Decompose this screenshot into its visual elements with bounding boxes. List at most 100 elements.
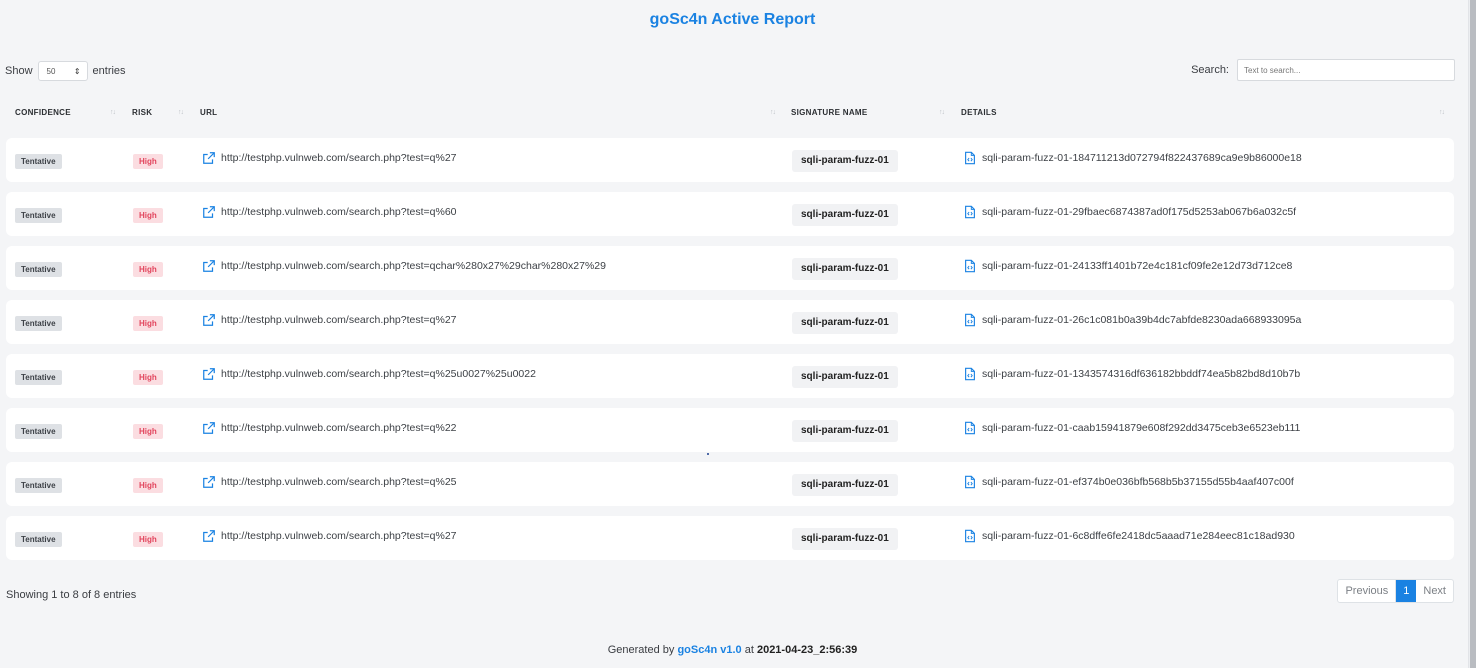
search-label: Search:: [1191, 64, 1229, 76]
scrollbar[interactable]: [1468, 0, 1476, 668]
pagination: Previous 1 Next: [1337, 579, 1454, 603]
column-header-signature-name[interactable]: SIGNATURE NAME: [791, 108, 868, 117]
external-link-icon: [202, 367, 216, 381]
scrollbar-thumb[interactable]: [1470, 0, 1476, 668]
page-title: goSc4n Active Report: [649, 11, 816, 28]
external-link-icon: [202, 529, 216, 543]
signature-name-badge: sqli-param-fuzz-01: [792, 204, 898, 226]
details-text: sqli-param-fuzz-01-184711213d072794f8224…: [982, 152, 1302, 164]
risk-badge: High: [133, 208, 163, 223]
footer-prefix: Generated by: [607, 644, 675, 656]
entries-per-page-value: 50: [46, 66, 56, 76]
table-row: Tentative High http://testphp.vulnweb.com/…: [6, 192, 1454, 236]
table-row: Tentative High http://testphp.vulnweb.com/…: [6, 354, 1454, 398]
footer-brand: goSc4n v1.0: [677, 644, 742, 656]
url-text: http://testphp.vulnweb.com/search.php?te…: [221, 530, 457, 542]
table-row: Tentative High http://testphp.vulnweb.com/…: [6, 246, 1454, 290]
length-label-prefix: Show: [5, 65, 33, 77]
code-file-icon: [963, 475, 977, 489]
table-info: Showing 1 to 8 of 8 entries: [6, 589, 137, 601]
search-input[interactable]: [1237, 59, 1455, 81]
footer: Generated by goSc4n v1.0 at 2021-04-23_2…: [0, 644, 1465, 656]
column-header-details[interactable]: DETAILS: [961, 108, 997, 117]
code-file-icon: [963, 421, 977, 435]
previous-page-button[interactable]: Previous: [1338, 580, 1397, 602]
entries-length-control: Show 50 ⇕ entries: [5, 61, 126, 81]
external-link-icon: [202, 205, 216, 219]
next-page-button[interactable]: Next: [1416, 580, 1453, 602]
details-link[interactable]: sqli-param-fuzz-01-26c1c081b0a39b4dc7abf…: [963, 313, 1301, 327]
url-link[interactable]: http://testphp.vulnweb.com/search.php?te…: [202, 475, 457, 489]
page-1-button[interactable]: 1: [1396, 580, 1417, 602]
select-caret-icon: ⇕: [73, 66, 81, 76]
confidence-badge: Tentative: [15, 154, 62, 169]
details-text: sqli-param-fuzz-01-caab15941879e608f292d…: [982, 422, 1301, 434]
url-text: http://testphp.vulnweb.com/search.php?te…: [221, 206, 457, 218]
signature-name-badge: sqli-param-fuzz-01: [792, 150, 898, 172]
code-file-icon: [963, 367, 977, 381]
confidence-badge: Tentative: [15, 478, 62, 493]
sort-arrows-icon[interactable]: ↑↓: [110, 109, 116, 116]
code-file-icon: [963, 259, 977, 273]
details-link[interactable]: sqli-param-fuzz-01-6c8dffe6fe2418dc5aaad…: [963, 529, 1295, 543]
url-text: http://testphp.vulnweb.com/search.php?te…: [221, 260, 606, 272]
signature-name-badge: sqli-param-fuzz-01: [792, 474, 898, 496]
external-link-icon: [202, 151, 216, 165]
column-header-risk[interactable]: RISK: [132, 108, 152, 117]
details-link[interactable]: sqli-param-fuzz-01-184711213d072794f8224…: [963, 151, 1302, 165]
stray-dot: [707, 453, 709, 455]
details-text: sqli-param-fuzz-01-24133ff1401b72e4c181c…: [982, 260, 1293, 272]
url-link[interactable]: http://testphp.vulnweb.com/search.php?te…: [202, 421, 457, 435]
confidence-badge: Tentative: [15, 424, 62, 439]
url-link[interactable]: http://testphp.vulnweb.com/search.php?te…: [202, 313, 457, 327]
column-header-url[interactable]: URL: [200, 108, 217, 117]
table-row: Tentative High http://testphp.vulnweb.com/…: [6, 516, 1454, 560]
code-file-icon: [963, 529, 977, 543]
risk-badge: High: [133, 478, 163, 493]
table-row: Tentative High http://testphp.vulnweb.com/…: [6, 408, 1454, 452]
risk-badge: High: [133, 424, 163, 439]
details-text: sqli-param-fuzz-01-ef374b0e036bfb568b5b3…: [982, 476, 1294, 488]
signature-name-badge: sqli-param-fuzz-01: [792, 312, 898, 334]
details-text: sqli-param-fuzz-01-26c1c081b0a39b4dc7abf…: [982, 314, 1302, 326]
details-link[interactable]: sqli-param-fuzz-01-29fbaec6874387ad0f175…: [963, 205, 1296, 219]
details-link[interactable]: sqli-param-fuzz-01-caab15941879e608f292d…: [963, 421, 1300, 435]
signature-name-badge: sqli-param-fuzz-01: [792, 528, 898, 550]
url-text: http://testphp.vulnweb.com/search.php?te…: [221, 152, 457, 164]
url-link[interactable]: http://testphp.vulnweb.com/search.php?te…: [202, 151, 457, 165]
url-link[interactable]: http://testphp.vulnweb.com/search.php?te…: [202, 367, 536, 381]
code-file-icon: [963, 151, 977, 165]
risk-badge: High: [133, 532, 163, 547]
sort-arrows-icon[interactable]: ↑↓: [178, 109, 184, 116]
external-link-icon: [202, 421, 216, 435]
sort-arrows-icon[interactable]: ↑↓: [939, 109, 945, 116]
external-link-icon: [202, 313, 216, 327]
confidence-badge: Tentative: [15, 532, 62, 547]
url-link[interactable]: http://testphp.vulnweb.com/search.php?te…: [202, 529, 457, 543]
details-link[interactable]: sqli-param-fuzz-01-1343574316df636182bbd…: [963, 367, 1300, 381]
details-text: sqli-param-fuzz-01-29fbaec6874387ad0f175…: [982, 206, 1297, 218]
entries-per-page-select[interactable]: 50 ⇕: [37, 61, 88, 81]
details-link[interactable]: sqli-param-fuzz-01-ef374b0e036bfb568b5b3…: [963, 475, 1294, 489]
external-link-icon: [202, 475, 216, 489]
details-text: sqli-param-fuzz-01-1343574316df636182bbd…: [982, 368, 1301, 380]
search-control: Search:: [1191, 59, 1455, 81]
confidence-badge: Tentative: [15, 370, 62, 385]
sort-arrows-icon[interactable]: ↑↓: [1439, 109, 1445, 116]
column-header-confidence[interactable]: CONFIDENCE: [15, 108, 71, 117]
table-row: Tentative High http://testphp.vulnweb.com/…: [6, 462, 1454, 506]
sort-arrows-icon[interactable]: ↑↓: [770, 109, 776, 116]
risk-badge: High: [133, 154, 163, 169]
risk-badge: High: [133, 370, 163, 385]
code-file-icon: [963, 205, 977, 219]
url-link[interactable]: http://testphp.vulnweb.com/search.php?te…: [202, 205, 457, 219]
table-header: CONFIDENCE ↑↓ RISK ↑↓ URL ↑↓ SIGNATURE N…: [15, 108, 1455, 122]
details-link[interactable]: sqli-param-fuzz-01-24133ff1401b72e4c181c…: [963, 259, 1292, 273]
external-link-icon: [202, 259, 216, 273]
footer-at: at: [744, 644, 754, 656]
signature-name-badge: sqli-param-fuzz-01: [792, 420, 898, 442]
url-link[interactable]: http://testphp.vulnweb.com/search.php?te…: [202, 259, 606, 273]
table-row: Tentative High http://testphp.vulnweb.com/…: [6, 300, 1454, 344]
code-file-icon: [963, 313, 977, 327]
url-text: http://testphp.vulnweb.com/search.php?te…: [221, 422, 457, 434]
